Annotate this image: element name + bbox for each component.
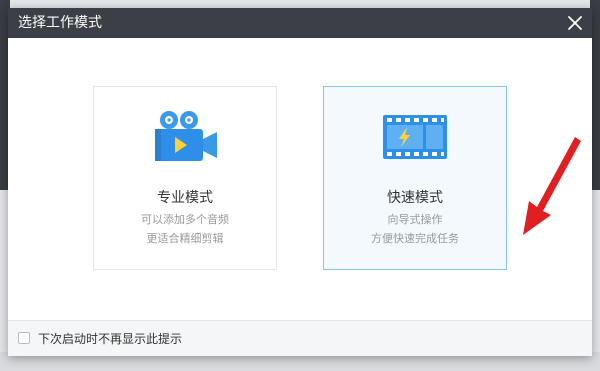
dialog-titlebar: 选择工作模式 xyxy=(8,8,592,38)
dont-show-again-label[interactable]: 下次启动时不再显示此提示 xyxy=(38,330,182,347)
pro-mode-desc-line1: 可以添加多个音频 xyxy=(141,213,229,226)
dialog-title: 选择工作模式 xyxy=(18,15,102,31)
dont-show-again-checkbox[interactable] xyxy=(18,332,30,344)
work-mode-dialog: 选择工作模式 专业模式 可以添加多个音频 更适合精细剪辑 快速模式 向导式操作 … xyxy=(8,8,592,356)
close-icon xyxy=(568,16,582,30)
pro-mode-card[interactable]: 专业模式 可以添加多个音频 更适合精细剪辑 xyxy=(93,86,277,270)
quick-mode-desc-line1: 向导式操作 xyxy=(387,213,443,226)
close-button[interactable] xyxy=(564,12,586,34)
annotation-arrow-icon xyxy=(523,137,581,235)
dialog-content: 专业模式 可以添加多个音频 更适合精细剪辑 快速模式 向导式操作 方便快速完成任… xyxy=(8,38,592,320)
video-camera-icon xyxy=(155,111,217,161)
quick-mode-desc-line2: 方便快速完成任务 xyxy=(371,232,459,245)
quick-mode-card[interactable]: 快速模式 向导式操作 方便快速完成任务 xyxy=(323,86,507,270)
film-strip-icon xyxy=(383,115,447,159)
quick-mode-title: 快速模式 xyxy=(387,190,443,206)
pro-mode-desc-line2: 更适合精细剪辑 xyxy=(146,232,224,245)
dialog-footer: 下次启动时不再显示此提示 xyxy=(8,320,592,356)
pro-mode-title: 专业模式 xyxy=(157,190,213,206)
